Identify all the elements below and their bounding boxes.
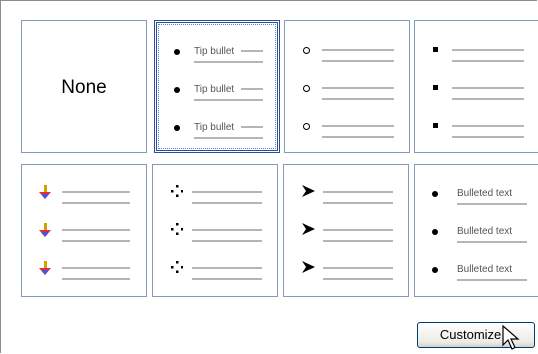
bullet-option-four-diamond[interactable] bbox=[152, 164, 278, 297]
bulleted-text-label: Bulleted text bbox=[457, 264, 513, 275]
bullet-option-hollow-round[interactable] bbox=[284, 20, 410, 153]
bulleted-text-label: Bulleted text bbox=[457, 226, 513, 237]
bullet-square-icon bbox=[433, 123, 438, 128]
bullet-option-arrowhead[interactable] bbox=[283, 164, 409, 297]
bullet-dot-icon bbox=[432, 229, 438, 235]
four-diamond-bullet-icon bbox=[171, 261, 183, 273]
arrowhead-bullet-icon bbox=[302, 261, 315, 273]
bullet-dot-icon bbox=[432, 191, 438, 197]
colored-arrow-bullet-icon bbox=[39, 261, 51, 275]
four-diamond-bullet-icon bbox=[171, 185, 183, 197]
bulleted-text-label: Bulleted text bbox=[457, 188, 513, 199]
mouse-pointer-icon bbox=[502, 325, 520, 350]
tip-bullet-text: Tip bullet bbox=[194, 84, 235, 95]
bullet-dot-icon bbox=[174, 125, 180, 131]
arrowhead-bullet-icon bbox=[302, 185, 315, 197]
bullet-dot-icon bbox=[174, 87, 180, 93]
none-label: None bbox=[61, 77, 107, 98]
tip-bullet-text: Tip bullet bbox=[194, 122, 235, 133]
arrowhead-bullet-icon bbox=[302, 223, 315, 235]
bullet-ring-icon bbox=[303, 47, 310, 54]
bullet-gallery-panel: None Tip bullet Tip bullet Tip bullet Bu… bbox=[0, 0, 538, 353]
colored-arrow-bullet-icon bbox=[39, 185, 51, 199]
colored-arrow-bullet-icon bbox=[39, 223, 51, 237]
bullet-option-none[interactable]: None bbox=[21, 20, 147, 153]
bullet-ring-icon bbox=[303, 85, 310, 92]
bullet-option-tip-bullet[interactable]: Tip bullet Tip bullet Tip bullet bbox=[154, 20, 280, 153]
bullet-option-bulleted-text[interactable]: Bulleted text Bulleted text Bulleted tex… bbox=[414, 164, 538, 297]
bullet-dot-icon bbox=[174, 49, 180, 55]
tip-bullet-text: Tip bullet bbox=[194, 46, 235, 57]
bullet-dot-icon bbox=[432, 267, 438, 273]
bullet-ring-icon bbox=[303, 123, 310, 130]
four-diamond-bullet-icon bbox=[171, 223, 183, 235]
bullet-square-icon bbox=[433, 85, 438, 90]
bullet-square-icon bbox=[433, 47, 438, 52]
bullet-option-filled-square[interactable] bbox=[414, 20, 538, 153]
bullet-option-colored-arrow[interactable] bbox=[21, 164, 147, 297]
